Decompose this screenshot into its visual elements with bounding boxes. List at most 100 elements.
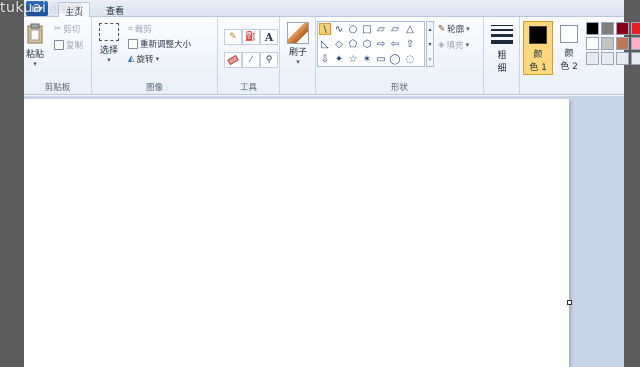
shape-rounded-rectangle[interactable]: ▱ xyxy=(375,23,387,35)
fill-button[interactable]: ◈ 填充 ▾ xyxy=(438,39,469,51)
paste-button[interactable]: 粘贴 ▾ xyxy=(22,22,48,68)
shape-six-point-star[interactable]: ✶ xyxy=(361,53,373,65)
shape-rectangle[interactable]: □ xyxy=(361,23,373,35)
copy-icon xyxy=(54,40,64,50)
canvas-resize-handle[interactable] xyxy=(567,300,572,305)
image-group-label: 图像 xyxy=(145,83,163,93)
text-tool[interactable]: A xyxy=(260,29,278,45)
rotate-dropdown-icon: ▾ xyxy=(155,55,160,63)
outline-dropdown-icon: ▾ xyxy=(466,25,470,33)
shapes-gallery: \ ∿ ○ □ ▱ ▱ △ ◺ ◇ ⬠ ⬡ ⇨ ⇦ ⇧ ⇩ ✦ ☆ ✶ ▭ ◯ xyxy=(317,21,425,67)
color1-button[interactable]: 颜 色 1 xyxy=(523,21,553,75)
shape-curve[interactable]: ∿ xyxy=(333,23,345,35)
clipboard-group: 粘贴 ▾ ✂ 剪切 复制 剪贴板 xyxy=(24,17,92,95)
palette-swatch[interactable] xyxy=(616,52,629,65)
image-group: 选择 ▾ ⌗ 裁剪 重新调整大小 ◭ 旋转 ▾ 图像 xyxy=(92,17,218,95)
size-group: 粗 细 xyxy=(484,17,520,95)
cut-button[interactable]: ✂ 剪切 xyxy=(54,23,80,35)
color1-label-line2: 色 1 xyxy=(529,63,547,73)
shape-diamond[interactable]: ◇ xyxy=(333,38,345,50)
brushes-button[interactable]: 刷子 ▾ xyxy=(283,22,313,66)
copy-button[interactable]: 复制 xyxy=(54,39,83,51)
rotate-button[interactable]: ◭ 旋转 ▾ xyxy=(128,53,159,65)
select-button[interactable]: 选择 ▾ xyxy=(96,23,122,64)
eyedropper-icon: ⁄ xyxy=(250,55,252,65)
cut-label: 剪切 xyxy=(63,25,81,35)
palette-swatch[interactable] xyxy=(631,22,640,35)
palette-swatch[interactable] xyxy=(586,22,599,35)
size-label-line2: 细 xyxy=(497,64,507,74)
copy-label: 复制 xyxy=(66,41,84,51)
pencil-icon: ✎ xyxy=(229,32,237,42)
outline-label: 轮廓 xyxy=(447,25,465,35)
shape-down-arrow[interactable]: ⇩ xyxy=(319,53,331,65)
watermark-text: tukuai.com xyxy=(0,0,83,16)
shape-cloud-callout[interactable]: ◌ xyxy=(404,53,416,65)
shape-rect-callout[interactable]: ▭ xyxy=(375,53,387,65)
palette-swatch[interactable] xyxy=(616,37,629,50)
paste-dropdown-icon: ▾ xyxy=(33,60,37,68)
color-picker-tool[interactable]: ⁄ xyxy=(242,52,260,68)
color2-label-line1: 颜 xyxy=(564,49,574,59)
palette-swatch[interactable] xyxy=(631,37,640,50)
paste-label: 粘贴 xyxy=(25,50,44,60)
paint-window: ▤ ▾ 主页 查看 粘贴 ▾ ✂ 剪切 复制 剪贴板 选择 ▾ ⌗ 裁剪 重新调… xyxy=(24,0,640,367)
ribbon-tab-bar: ▤ ▾ 主页 查看 xyxy=(24,0,624,18)
size-label-line1: 粗 xyxy=(497,51,507,61)
brushes-group: 刷子 ▾ xyxy=(280,17,316,95)
shape-triangle[interactable]: △ xyxy=(404,23,416,35)
palette-swatch[interactable] xyxy=(586,37,599,50)
magnifier-icon: ⚲ xyxy=(265,55,273,65)
select-label: 选择 xyxy=(99,46,118,56)
color1-label-line1: 颜 xyxy=(533,50,543,60)
drawing-canvas[interactable] xyxy=(24,99,569,367)
palette-swatch[interactable] xyxy=(601,22,614,35)
palette-swatch[interactable] xyxy=(601,37,614,50)
color1-swatch xyxy=(529,26,547,44)
color2-swatch xyxy=(560,25,578,43)
colors-group: 颜 色 1 颜 色 2 xyxy=(520,17,640,95)
outline-icon: ✎ xyxy=(438,24,446,34)
tools-group-label: 工具 xyxy=(239,83,257,93)
shape-right-arrow[interactable]: ⇨ xyxy=(375,38,387,50)
outline-button[interactable]: ✎ 轮廓 ▾ xyxy=(438,23,470,35)
shape-oval-callout[interactable]: ◯ xyxy=(389,53,401,65)
tools-group: ✎ ⛽ A ⁄ ⚲ 工具 xyxy=(218,17,280,95)
palette-swatch[interactable] xyxy=(616,22,629,35)
tab-view[interactable]: 查看 xyxy=(100,2,130,17)
left-dark-margin xyxy=(0,0,24,367)
size-button[interactable]: 粗 细 xyxy=(488,25,516,74)
shape-oval[interactable]: ○ xyxy=(347,23,359,35)
text-tool-icon: A xyxy=(264,30,274,44)
palette-swatch[interactable] xyxy=(631,52,640,65)
fill-dropdown-icon: ▾ xyxy=(465,41,470,49)
shape-hexagon[interactable]: ⬡ xyxy=(361,38,373,50)
shape-up-arrow[interactable]: ⇧ xyxy=(404,38,416,50)
shape-four-point-star[interactable]: ✦ xyxy=(333,53,345,65)
brush-icon xyxy=(287,22,309,44)
color2-button[interactable]: 颜 色 2 xyxy=(554,21,584,75)
shape-polygon[interactable]: ▱ xyxy=(389,23,401,35)
shape-pentagon[interactable]: ⬠ xyxy=(347,38,359,50)
palette-swatch[interactable] xyxy=(586,52,599,65)
shape-right-triangle[interactable]: ◺ xyxy=(319,38,331,50)
shape-line[interactable]: \ xyxy=(319,23,331,35)
paint-bucket-icon: ⛽ xyxy=(245,32,257,42)
crop-button[interactable]: ⌗ 裁剪 xyxy=(128,23,152,35)
color2-label-line2: 色 2 xyxy=(560,62,578,72)
eraser-icon xyxy=(227,54,239,66)
eraser-tool[interactable] xyxy=(224,52,242,68)
magnifier-tool[interactable]: ⚲ xyxy=(260,52,278,68)
shape-five-point-star[interactable]: ☆ xyxy=(347,53,359,65)
shapes-group-label: 形状 xyxy=(390,83,408,93)
shapes-gallery-scroll[interactable]: ▴ ▾ ▿ xyxy=(426,21,434,67)
resize-button[interactable]: 重新调整大小 xyxy=(128,38,191,50)
resize-label: 重新调整大小 xyxy=(140,40,192,50)
ribbon: 粘贴 ▾ ✂ 剪切 复制 剪贴板 选择 ▾ ⌗ 裁剪 重新调整大小 ◭ 旋转 ▾… xyxy=(24,17,640,95)
palette-swatch[interactable] xyxy=(601,52,614,65)
fill-tool[interactable]: ⛽ xyxy=(242,29,260,45)
canvas-workspace xyxy=(24,96,624,367)
select-dropdown-icon: ▾ xyxy=(107,56,111,64)
pencil-tool[interactable]: ✎ xyxy=(224,29,242,45)
shape-left-arrow[interactable]: ⇦ xyxy=(389,38,401,50)
